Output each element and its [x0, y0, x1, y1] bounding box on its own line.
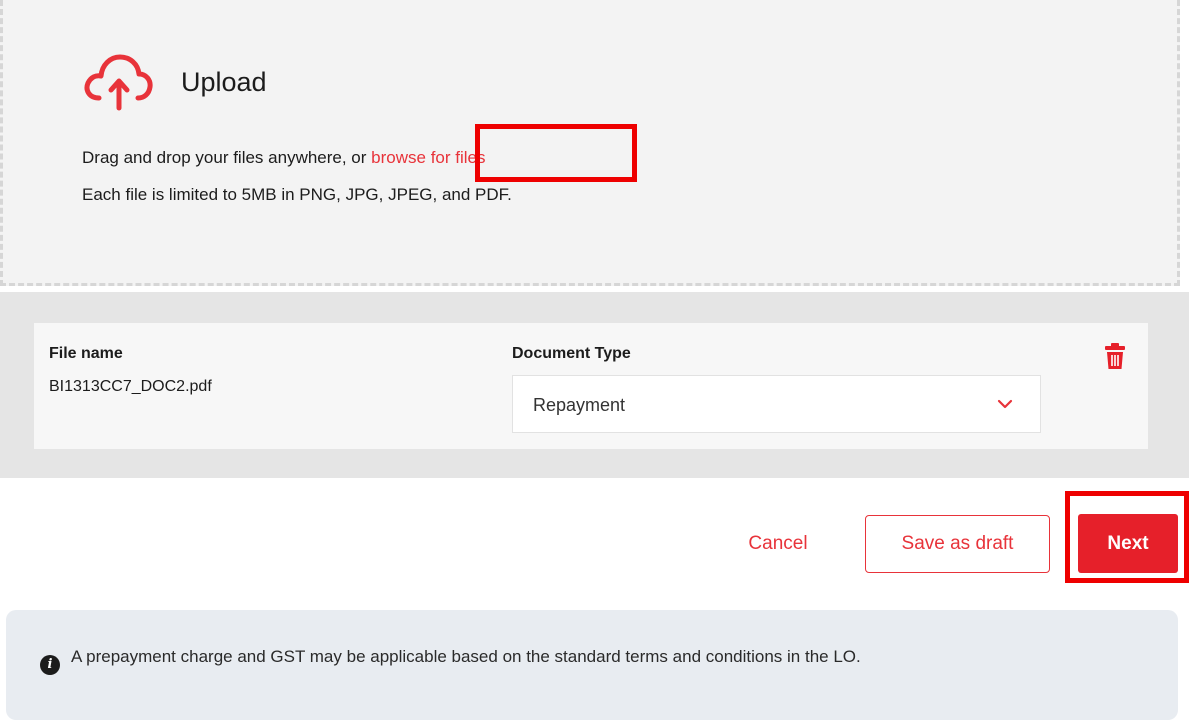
notice-text: A prepayment charge and GST may be appli…	[71, 647, 861, 666]
file-row: File name BI1313CC7_DOC2.pdf Document Ty…	[34, 323, 1148, 449]
next-button[interactable]: Next	[1078, 514, 1178, 573]
document-type-select[interactable]: Repayment	[512, 375, 1041, 433]
info-notice: i A prepayment charge and GST may be app…	[6, 610, 1178, 720]
file-name-header: File name	[49, 345, 123, 362]
upload-instruction: Drag and drop your files anywhere, or br…	[82, 148, 486, 168]
upload-instruction-text: Drag and drop your files anywhere, or	[82, 148, 367, 167]
upload-dropzone[interactable]: Upload Drag and drop your files anywhere…	[0, 0, 1180, 286]
cloud-upload-icon	[84, 54, 153, 111]
file-name-value: BI1313CC7_DOC2.pdf	[49, 378, 212, 395]
upload-documents-page: Upload Drag and drop your files anywhere…	[0, 0, 1189, 721]
document-type-value: Repayment	[533, 395, 626, 415]
info-icon: i	[40, 655, 60, 675]
upload-title: Upload	[181, 66, 267, 97]
save-as-draft-button[interactable]: Save as draft	[865, 515, 1050, 573]
cancel-button[interactable]: Cancel	[724, 516, 832, 572]
browse-files-link[interactable]: browse for files	[371, 148, 485, 167]
trash-icon[interactable]	[1104, 342, 1126, 370]
uploaded-files-panel: File name BI1313CC7_DOC2.pdf Document Ty…	[0, 292, 1189, 478]
chevron-down-icon	[997, 399, 1013, 409]
upload-limits: Each file is limited to 5MB in PNG, JPG,…	[82, 185, 512, 204]
upload-header: Upload	[83, 52, 267, 112]
document-type-header: Document Type	[512, 345, 631, 362]
